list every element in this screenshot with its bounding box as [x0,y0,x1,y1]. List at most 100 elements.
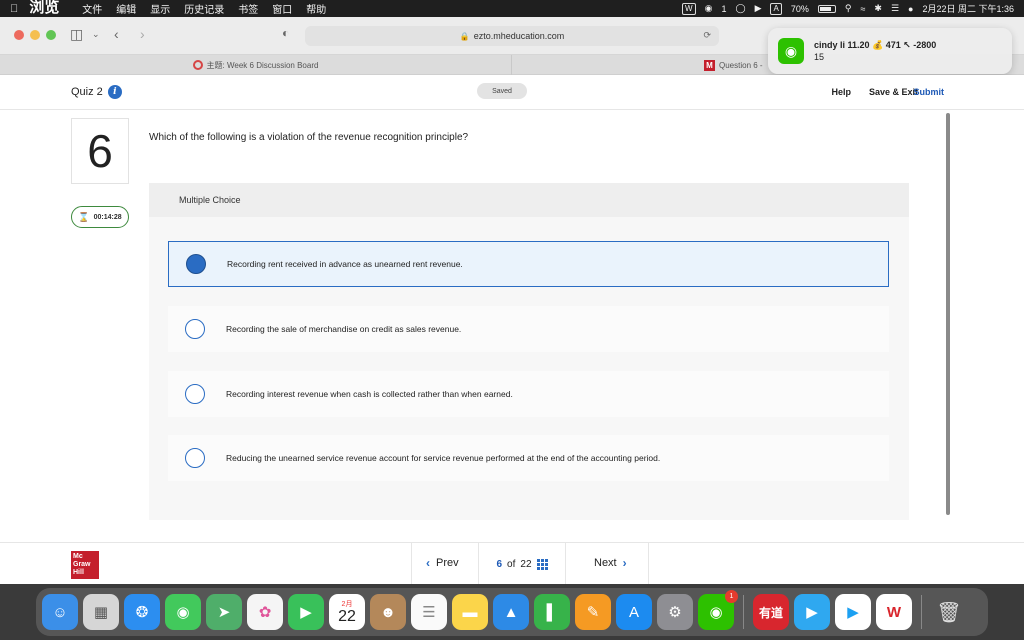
finder-icon[interactable]: ☺ [42,594,78,630]
photos-icon[interactable]: ✿ [247,594,283,630]
window-controls [14,30,56,40]
sidebar-toggle-icon[interactable]: ◫ [70,26,83,43]
siri-icon[interactable]: ● [908,4,913,14]
next-button[interactable]: Next › [594,556,627,570]
calendar-icon[interactable]: 2月 22 [329,594,365,630]
logo-line: Graw [73,561,91,568]
info-icon[interactable]: i [107,85,122,99]
radio-button[interactable] [185,448,205,468]
battery-percent: 70% [790,3,809,14]
logo-line: Mc [73,553,83,560]
forward-icon[interactable]: › [140,26,145,42]
minimize-window-button[interactable] [30,30,40,40]
bluetooth-icon[interactable]: ✱ [874,3,882,14]
answer-option-label: Recording interest revenue when cash is … [226,389,513,399]
help-link[interactable]: Help [831,87,851,97]
system-preferences-icon[interactable]: ⚙ [657,594,693,630]
radio-button-selected[interactable] [186,254,206,274]
answer-option-3[interactable]: Recording interest revenue when cash is … [168,371,889,417]
dock-separator [921,595,922,629]
facetime-icon[interactable]: ▶ [288,594,324,630]
menubar-clock[interactable]: 2月22日 周二 下午1:36 [922,2,1014,15]
radio-button[interactable] [185,384,205,404]
pagination: ‹ Prev 6 of 22 Next › [411,543,649,585]
quiz-footer: Mc Graw Hill ‹ Prev 6 of 22 Next › [0,542,1024,585]
wechat-badge: 1 [725,590,738,603]
menubar:  Safari浏览器 文件 编辑 显示 历史记录 书签 窗口 帮助 W ◉ 1… [0,0,1024,37]
wechat-tray-count: 1 [721,3,727,14]
wps-icon[interactable]: W [876,594,912,630]
calendar-day: 22 [338,607,356,625]
shield-icon[interactable]: ◐ [282,26,289,40]
wps-tray-icon[interactable]: W [682,2,696,15]
grid-icon [536,558,548,570]
contacts-icon[interactable]: ☻ [370,594,406,630]
answer-option-1[interactable]: Recording rent received in advance as un… [168,241,889,287]
notes-icon[interactable]: ▬ [452,594,488,630]
answer-option-2[interactable]: Recording the sale of merchandise on cre… [168,306,889,352]
messages-icon[interactable]: ◉ [165,594,201,630]
address-bar[interactable]: 🔒 ezto.mheducation.com ⟳ [305,26,719,46]
numbers-icon[interactable]: ▌ [534,594,570,630]
menu-file[interactable]: 文件 [82,1,102,16]
menu-view[interactable]: 显示 [150,1,170,16]
keynote-icon[interactable]: ▲ [493,594,529,630]
app-store-icon[interactable]: A [616,594,652,630]
search-icon[interactable]: ⚲ [845,3,852,14]
question-picker[interactable]: 6 of 22 [478,543,566,585]
save-exit-link[interactable]: Save & Exit [869,87,918,97]
dock: ☺ ▦ ❂ ◉ ➤ ✿ ▶ 2月 22 ☻ ☰ ▬ ▲ ▌ ✎ A ⚙ ◉ 1 … [36,588,988,636]
wechat-notification[interactable]: ◉ cindy li 11.20 💰 471 ↖ -2800 15 [768,28,1012,74]
dock-separator [743,595,744,629]
url-text: ezto.mheducation.com [473,31,565,41]
wechat-app-icon[interactable]: ◉ 1 [698,590,738,630]
play-tray-icon[interactable]: ▶ [755,3,762,14]
page-scrollbar[interactable] [946,113,950,515]
quiz-title: Quiz 2 [71,86,103,98]
launchpad-icon[interactable]: ▦ [83,594,119,630]
multiple-choice-panel: Multiple Choice Recording rent received … [149,183,909,520]
chevron-left-icon: ‹ [426,556,430,570]
qq-tray-icon[interactable]: ◯ [735,3,745,14]
wifi-icon[interactable]: ≈ [860,4,865,14]
youdao-icon[interactable]: 有道 [753,594,789,630]
menu-bookmarks[interactable]: 书签 [238,1,258,16]
menu-help[interactable]: 帮助 [306,1,326,16]
reminders-icon[interactable]: ☰ [411,594,447,630]
mcgraw-hill-logo: Mc Graw Hill [71,551,99,579]
answer-option-4[interactable]: Reducing the unearned service revenue ac… [168,435,889,481]
radio-button[interactable] [185,319,205,339]
submit-link[interactable]: Submit [914,87,945,97]
control-center-icon[interactable]: ☰ [891,3,899,14]
menu-edit[interactable]: 编辑 [116,1,136,16]
video-player-icon[interactable]: ▶ [794,594,830,630]
apple-icon[interactable]:  [10,3,18,15]
tab-favicon-icon [192,60,203,70]
saved-status-badge: Saved [477,83,527,99]
back-icon[interactable]: ‹ [114,26,119,42]
tab-label: 主题: Week 6 Discussion Board [206,60,319,70]
zoom-window-button[interactable] [46,30,56,40]
safari-icon[interactable]: ❂ [124,594,160,630]
youku-icon[interactable]: ▶ [835,594,871,630]
tab-discussion-board[interactable]: 主题: Week 6 Discussion Board [0,55,512,75]
timer-badge[interactable]: ⌛ 00:14:28 [71,206,129,228]
chevron-right-icon: › [622,556,627,570]
answer-option-label: Recording rent received in advance as un… [227,259,463,269]
menu-history[interactable]: 历史记录 [184,1,224,16]
timer-text: 00:14:28 [93,213,122,221]
input-method-icon[interactable]: A [770,2,782,15]
pages-icon[interactable]: ✎ [575,594,611,630]
prev-label: Prev [436,557,459,569]
reload-icon[interactable]: ⟳ [703,30,711,41]
notification-title: cindy li 11.20 💰 471 ↖ -2800 [814,40,937,50]
close-window-button[interactable] [14,30,24,40]
maps-icon[interactable]: ➤ [206,594,242,630]
battery-icon[interactable] [817,4,836,13]
current-question: 6 [496,558,503,570]
trash-icon[interactable]: 🗑 [931,594,967,630]
chevron-down-icon[interactable]: ⌄ [92,29,100,40]
wechat-tray-icon[interactable]: ◉ [705,3,713,14]
menu-window[interactable]: 窗口 [272,1,292,16]
prev-button[interactable]: ‹ Prev [426,556,459,570]
